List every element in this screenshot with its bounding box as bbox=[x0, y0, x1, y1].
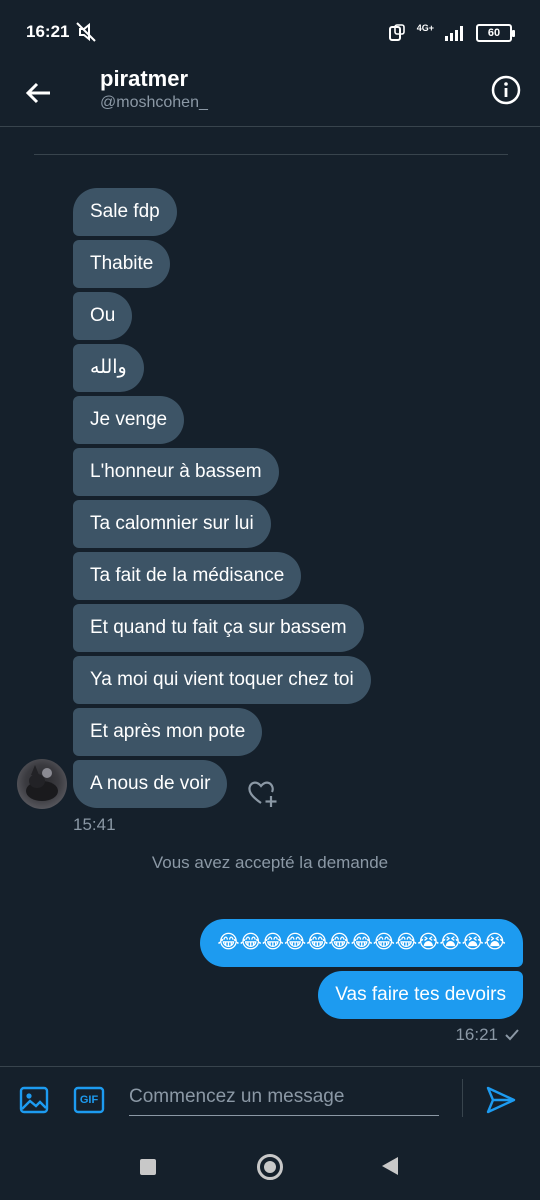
message-bubble[interactable]: Et après mon pote bbox=[73, 708, 263, 756]
gif-label: GIF bbox=[79, 1094, 99, 1106]
conversation-divider bbox=[34, 154, 508, 155]
checkmark-icon bbox=[505, 1029, 519, 1041]
status-bar: 16:21 4G+ 60 bbox=[0, 0, 540, 64]
add-reaction-icon[interactable] bbox=[246, 777, 280, 809]
message-bubble[interactable]: L'honneur à bassem bbox=[73, 448, 279, 496]
message-bubble[interactable]: والله bbox=[73, 344, 144, 392]
sent-message-group: 😂😂😂😂😂😂😂😂😂😭😭😭😭 Vas faire tes devoirs bbox=[123, 919, 523, 1019]
message-bubble[interactable]: Ya moi qui vient toquer chez toi bbox=[73, 656, 371, 704]
received-timestamp: 15:41 bbox=[73, 815, 116, 834]
gif-button[interactable]: GIF bbox=[73, 1084, 105, 1116]
header-divider bbox=[0, 126, 540, 127]
message-input[interactable] bbox=[129, 1079, 439, 1116]
message-bubble[interactable]: Thabite bbox=[73, 240, 171, 288]
screen-rotate-icon bbox=[388, 24, 405, 41]
sent-timestamp: 16:21 bbox=[455, 1025, 498, 1044]
home-button[interactable] bbox=[257, 1154, 283, 1180]
message-bubble[interactable]: Ta calomnier sur lui bbox=[73, 500, 271, 548]
message-composer: GIF bbox=[0, 1067, 540, 1137]
signal-icon bbox=[445, 26, 463, 41]
conversation-header: piratmer @moshcohen_ bbox=[0, 64, 540, 128]
system-navigation-bar bbox=[0, 1137, 540, 1200]
message-bubble[interactable]: Sale fdp bbox=[73, 188, 177, 236]
contact-handle[interactable]: @moshcohen_ bbox=[100, 94, 208, 112]
system-back-button[interactable] bbox=[382, 1157, 398, 1175]
message-bubble[interactable]: A nous de voir bbox=[73, 760, 228, 808]
sent-meta: 16:21 bbox=[455, 1025, 520, 1045]
message-bubble[interactable]: Je venge bbox=[73, 396, 185, 444]
back-arrow-icon[interactable] bbox=[22, 76, 56, 110]
status-indicators: 4G+ 60 bbox=[387, 20, 515, 46]
received-message-group: Sale fdp Thabite Ou والله Je venge L'hon… bbox=[73, 188, 493, 812]
message-bubble[interactable]: Et quand tu fait ça sur bassem bbox=[73, 604, 364, 652]
status-time: 16:21 bbox=[26, 22, 70, 41]
message-bubble[interactable]: Ou bbox=[73, 292, 133, 340]
info-icon[interactable] bbox=[490, 74, 522, 106]
image-icon[interactable] bbox=[18, 1084, 50, 1116]
message-bubble[interactable]: Ta fait de la médisance bbox=[73, 552, 302, 600]
sent-message-bubble[interactable]: Vas faire tes devoirs bbox=[318, 971, 523, 1019]
sent-message-bubble[interactable]: 😂😂😂😂😂😂😂😂😂😭😭😭😭 bbox=[200, 919, 523, 967]
battery-icon: 60 bbox=[476, 24, 515, 42]
composer-separator bbox=[462, 1079, 463, 1117]
avatar-image bbox=[26, 765, 58, 801]
mute-icon bbox=[76, 22, 96, 42]
network-type-label: 4G+ bbox=[416, 22, 434, 33]
avatar[interactable] bbox=[17, 759, 67, 809]
recent-apps-button[interactable] bbox=[140, 1159, 156, 1175]
request-accepted-note: Vous avez accepté la demande bbox=[151, 853, 389, 872]
contact-name[interactable]: piratmer bbox=[100, 66, 188, 92]
send-icon[interactable] bbox=[484, 1083, 518, 1117]
